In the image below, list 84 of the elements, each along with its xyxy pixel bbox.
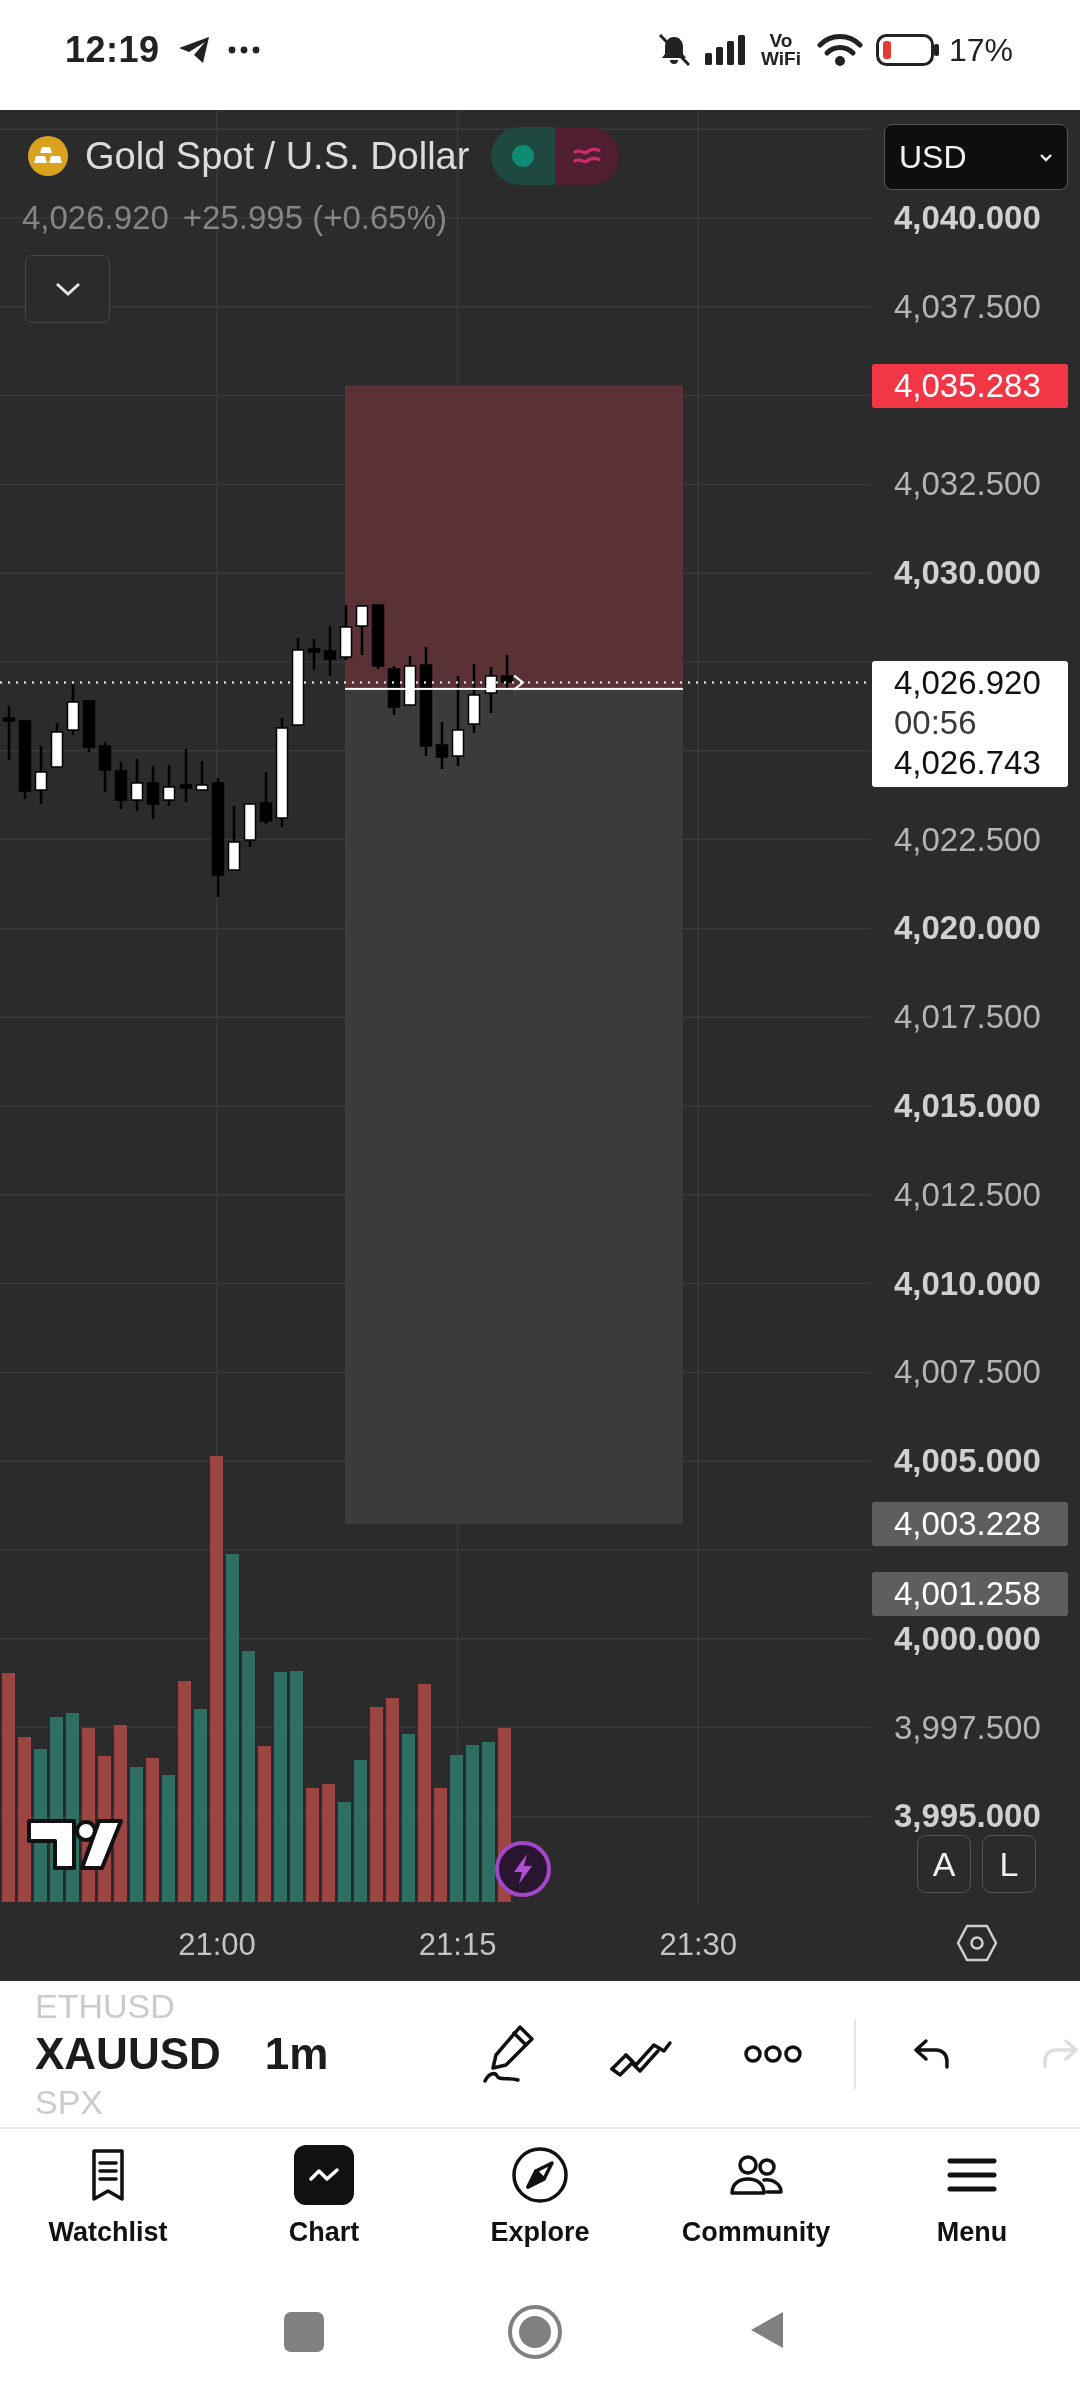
candle [227, 806, 241, 871]
pencil-icon[interactable] [482, 2023, 537, 2085]
nav-tab[interactable]: Watchlist [0, 2129, 216, 2290]
symbol-title: Gold Spot / U.S. Dollar [85, 134, 470, 178]
candle [355, 605, 369, 655]
nav-tab[interactable]: Explore [432, 2129, 648, 2290]
lightning-icon[interactable] [494, 1840, 552, 1898]
candle [2, 706, 16, 760]
candle [146, 766, 160, 819]
price-tick: 4,020.000 [894, 908, 1041, 949]
ingot-icon [28, 136, 68, 176]
wave-icon [555, 127, 620, 185]
price-tick: 4,017.500 [894, 997, 1041, 1038]
last-price: 4,026.920 [22, 198, 169, 238]
battery-percent: 17% [948, 31, 1013, 69]
candle [435, 722, 449, 769]
candle [98, 742, 112, 792]
candle [387, 666, 401, 715]
chevron-down-icon [53, 281, 82, 297]
price-tick: 3,995.000 [894, 1796, 1041, 1837]
currency-select[interactable]: USD [884, 124, 1068, 190]
price-tick: 3,997.500 [894, 1707, 1041, 1748]
nav-tab[interactable]: Menu [864, 2129, 1080, 2290]
price-tag: 4,035.283 [872, 363, 1068, 408]
time-label: 21:00 [178, 1926, 256, 1964]
candle [484, 667, 498, 713]
candle [500, 655, 514, 690]
candle [130, 759, 144, 811]
time-label: 21:30 [659, 1926, 737, 1964]
scale-button[interactable]: A [917, 1835, 971, 1893]
paper-plane-icon [177, 36, 210, 64]
time-label: 21:15 [418, 1926, 497, 1964]
candle [82, 700, 96, 752]
home-icon[interactable] [507, 2304, 563, 2360]
price-tick: 4,040.000 [894, 198, 1041, 238]
candle [259, 772, 273, 824]
caret-icon [1039, 152, 1053, 162]
more-icon[interactable] [744, 2044, 803, 2064]
candle [114, 762, 128, 809]
dots-icon [227, 46, 260, 54]
candle [467, 664, 481, 733]
wifi-icon [816, 33, 863, 67]
price-tag: 4,003.228 [872, 1502, 1068, 1547]
candle [179, 749, 193, 802]
price-tick: 4,005.000 [894, 1441, 1041, 1482]
price-tick: 4,010.000 [894, 1263, 1041, 1304]
network-label: Vo WiFi [760, 32, 802, 68]
price-change: +25.995 (+0.65%) [182, 198, 447, 238]
signal-icon [704, 35, 745, 65]
logo-icon [26, 1817, 124, 1873]
candle [307, 639, 321, 670]
candle [66, 684, 80, 735]
chevron-icon [513, 674, 525, 691]
settings-icon[interactable] [956, 1924, 998, 1962]
scale-button[interactable]: L [982, 1835, 1036, 1893]
candle [34, 746, 48, 804]
price-tick: 4,022.500 [894, 819, 1041, 860]
entry-price: 4,026.743 [894, 742, 1042, 783]
recents-icon[interactable] [284, 2312, 324, 2352]
battery-icon [875, 34, 940, 66]
symbol-option[interactable]: XAUUSD [35, 2026, 221, 2082]
price-tick: 4,007.500 [894, 1352, 1041, 1393]
nav-tab[interactable]: Chart [216, 2129, 432, 2290]
price-tick: 4,032.500 [894, 464, 1041, 505]
countdown: 00:56 [894, 702, 978, 743]
current-price: 4,026.920 [894, 662, 1042, 703]
candle [339, 605, 353, 660]
candle [195, 761, 209, 791]
price-tick: 4,000.000 [894, 1618, 1041, 1659]
candle [371, 604, 385, 669]
candle [50, 723, 64, 768]
price-tick: 4,015.000 [894, 1086, 1041, 1126]
price-tag: 4,001.258 [872, 1572, 1068, 1617]
candle [323, 626, 337, 676]
candle [243, 803, 257, 847]
candle [403, 656, 417, 706]
price-tick: 4,030.000 [894, 553, 1041, 594]
price-tick: 4,012.500 [894, 1174, 1041, 1215]
interval-button[interactable]: 1m [264, 2029, 329, 2079]
price-tick: 4,037.500 [894, 286, 1041, 327]
back-icon[interactable] [749, 2310, 785, 2350]
candle [162, 765, 176, 806]
clock: 12:19 [65, 29, 160, 71]
nav-tab[interactable]: Community [648, 2129, 864, 2290]
